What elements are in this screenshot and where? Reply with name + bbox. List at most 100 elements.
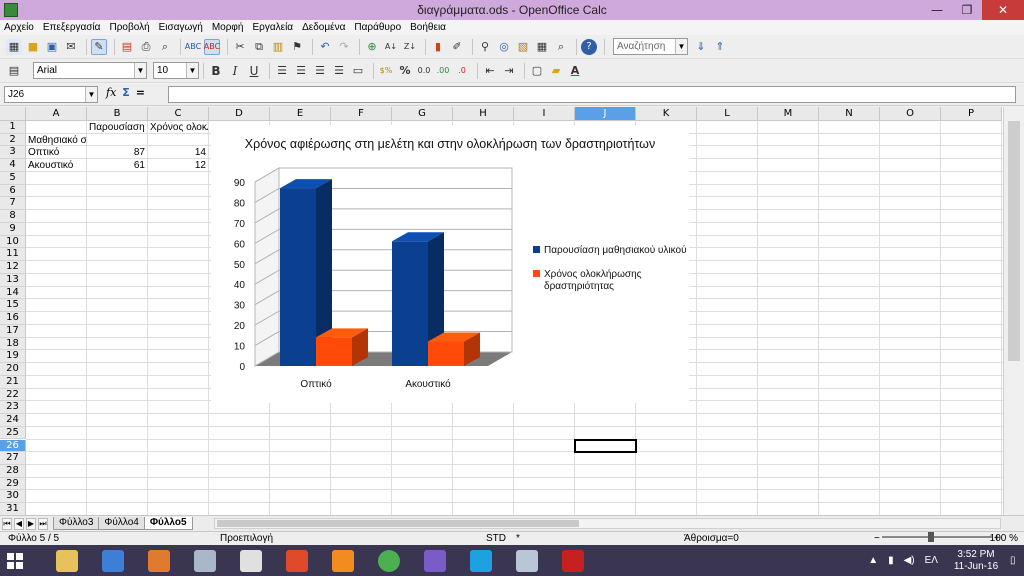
column-header-c[interactable]: C [148,107,209,121]
zoom-slider[interactable] [882,536,992,538]
next-sheet-icon[interactable]: ▶ [26,517,36,530]
sheet-tab-3[interactable]: Φύλλο3 [53,517,100,530]
currency-format-button[interactable]: $% [378,63,394,79]
column-header-n[interactable]: N [819,107,880,121]
column-header-h[interactable]: H [453,107,514,121]
row-header-7[interactable]: 7 [0,197,26,211]
percent-format-button[interactable]: % [397,63,413,79]
column-header-m[interactable]: M [758,107,819,121]
column-header-i[interactable]: I [514,107,575,121]
bar-chart[interactable]: Χρόνος αφιέρωσης στη μελέτη και στην ολο… [211,125,689,403]
cell-c1[interactable]: Χρόνος ολοκλήρωσης δραστηριότητας [148,121,208,134]
taskbar-app[interactable] [274,545,320,576]
column-header-e[interactable]: E [270,107,331,121]
column-header-b[interactable]: B [87,107,148,121]
merge-cells-icon[interactable]: ▭ [350,63,366,79]
row-header-13[interactable]: 13 [0,273,26,287]
page-style[interactable]: Προεπιλογή [220,533,273,544]
row-header-14[interactable]: 14 [0,286,26,300]
row-header-3[interactable]: 3 [0,146,26,160]
save-icon[interactable]: ▣ [44,39,60,55]
last-sheet-icon[interactable]: ⏭ [38,517,48,530]
menu-file[interactable]: Αρχείο [4,22,34,33]
volume-icon[interactable]: ◀) [904,555,915,566]
formula-input[interactable] [168,86,1016,103]
zoom-level[interactable]: 100 % [990,533,1018,544]
chevron-down-icon[interactable]: ▼ [134,63,146,78]
find-next-icon[interactable]: ⇓ [693,39,709,55]
gallery-icon[interactable]: ▧ [515,39,531,55]
cell-a2[interactable]: Μαθησιακό στιλ [26,134,86,147]
borders-icon[interactable]: ▢ [529,63,545,79]
decrease-indent-icon[interactable]: ⇤ [482,63,498,79]
cell-c3[interactable]: 14 [148,146,208,159]
new-document-icon[interactable]: ▦ [6,38,22,55]
column-header-g[interactable]: G [392,107,453,121]
sort-descending-icon[interactable]: Z↓ [402,39,418,55]
first-sheet-icon[interactable]: ⏮ [2,517,12,530]
row-header-4[interactable]: 4 [0,159,26,172]
spreadsheet-grid[interactable]: A B C D E F G H I J K L M N O P 1 2 3 4 5 6 7 8 9 10 11 12 13 14 15 16 1… [0,107,1003,515]
show-draw-functions-icon[interactable]: ✐ [449,39,465,55]
menu-help[interactable]: Βοήθεια [410,22,446,33]
menu-format[interactable]: Μορφή [212,22,244,33]
justify-icon[interactable]: ☰ [331,63,347,79]
column-header-j[interactable]: J [575,107,636,121]
sum-button[interactable]: Σ [122,86,130,99]
column-header-l[interactable]: L [697,107,758,121]
vertical-scrollbar[interactable] [1003,107,1024,515]
row-header-29[interactable]: 29 [0,477,26,491]
increase-indent-icon[interactable]: ⇥ [501,63,517,79]
row-header-23[interactable]: 23 [0,401,26,414]
find-previous-icon[interactable]: ⇑ [712,39,728,55]
standard-number-icon[interactable]: 0.0 [416,63,432,79]
font-name-select[interactable]: Arial ▼ [33,62,147,79]
row-header-9[interactable]: 9 [0,222,26,236]
row-header-26[interactable]: 26 [0,439,26,453]
menu-view[interactable]: Προβολή [109,22,149,33]
sheet-tab-5[interactable]: Φύλλο5 [143,517,193,530]
taskbar-app[interactable] [320,545,366,576]
taskbar-app[interactable] [90,545,136,576]
taskbar-app[interactable] [182,545,228,576]
chart-icon[interactable]: ▮ [430,39,446,55]
vertical-scroll-thumb[interactable] [1008,121,1020,361]
row-header-19[interactable]: 19 [0,350,26,364]
row-header-31[interactable]: 31 [0,503,26,515]
align-right-icon[interactable]: ☰ [312,63,328,79]
open-folder-icon[interactable]: ■ [25,39,41,55]
zoom-icon[interactable]: ⌕ [553,39,569,55]
export-pdf-icon[interactable]: ▤ [119,39,135,55]
row-header-8[interactable]: 8 [0,210,26,223]
start-button[interactable] [0,545,30,576]
minimize-icon[interactable]: — [922,0,952,20]
horizontal-scroll-thumb[interactable] [217,520,579,527]
edit-file-icon[interactable]: ✎ [91,38,107,55]
clock[interactable]: 3:52 PM 11-Jun-16 [948,549,1004,573]
paste-icon[interactable]: ▥ [270,39,286,55]
menu-insert[interactable]: Εισαγωγή [159,22,203,33]
menu-window[interactable]: Παράθυρο [354,22,401,33]
column-header-p[interactable]: P [941,107,1002,121]
sheet-tab-4[interactable]: Φύλλο4 [98,517,145,530]
row-header-20[interactable]: 20 [0,363,26,376]
align-center-icon[interactable]: ☰ [293,63,309,79]
format-paintbrush-icon[interactable]: ⚑ [289,39,305,55]
row-header-11[interactable]: 11 [0,248,26,262]
cell-a3[interactable]: Οπτικό [26,146,86,159]
cell-b4[interactable]: 61 [87,159,147,172]
cell-b3[interactable]: 87 [87,146,147,159]
row-header-10[interactable]: 10 [0,235,26,249]
sort-ascending-icon[interactable]: A↓ [383,39,399,55]
print-preview-icon[interactable]: ⌕ [157,39,173,55]
row-header-30[interactable]: 30 [0,490,26,504]
row-header-24[interactable]: 24 [0,414,26,427]
equals-button[interactable]: = [136,86,145,99]
taskbar-app[interactable] [44,545,90,576]
column-header-o[interactable]: O [880,107,941,121]
column-header-k[interactable]: K [636,107,697,121]
selected-cell-cursor[interactable] [574,438,637,454]
taskbar-app[interactable] [458,545,504,576]
styles-formatting-icon[interactable]: ▤ [6,63,22,79]
email-icon[interactable]: ✉ [63,39,79,55]
